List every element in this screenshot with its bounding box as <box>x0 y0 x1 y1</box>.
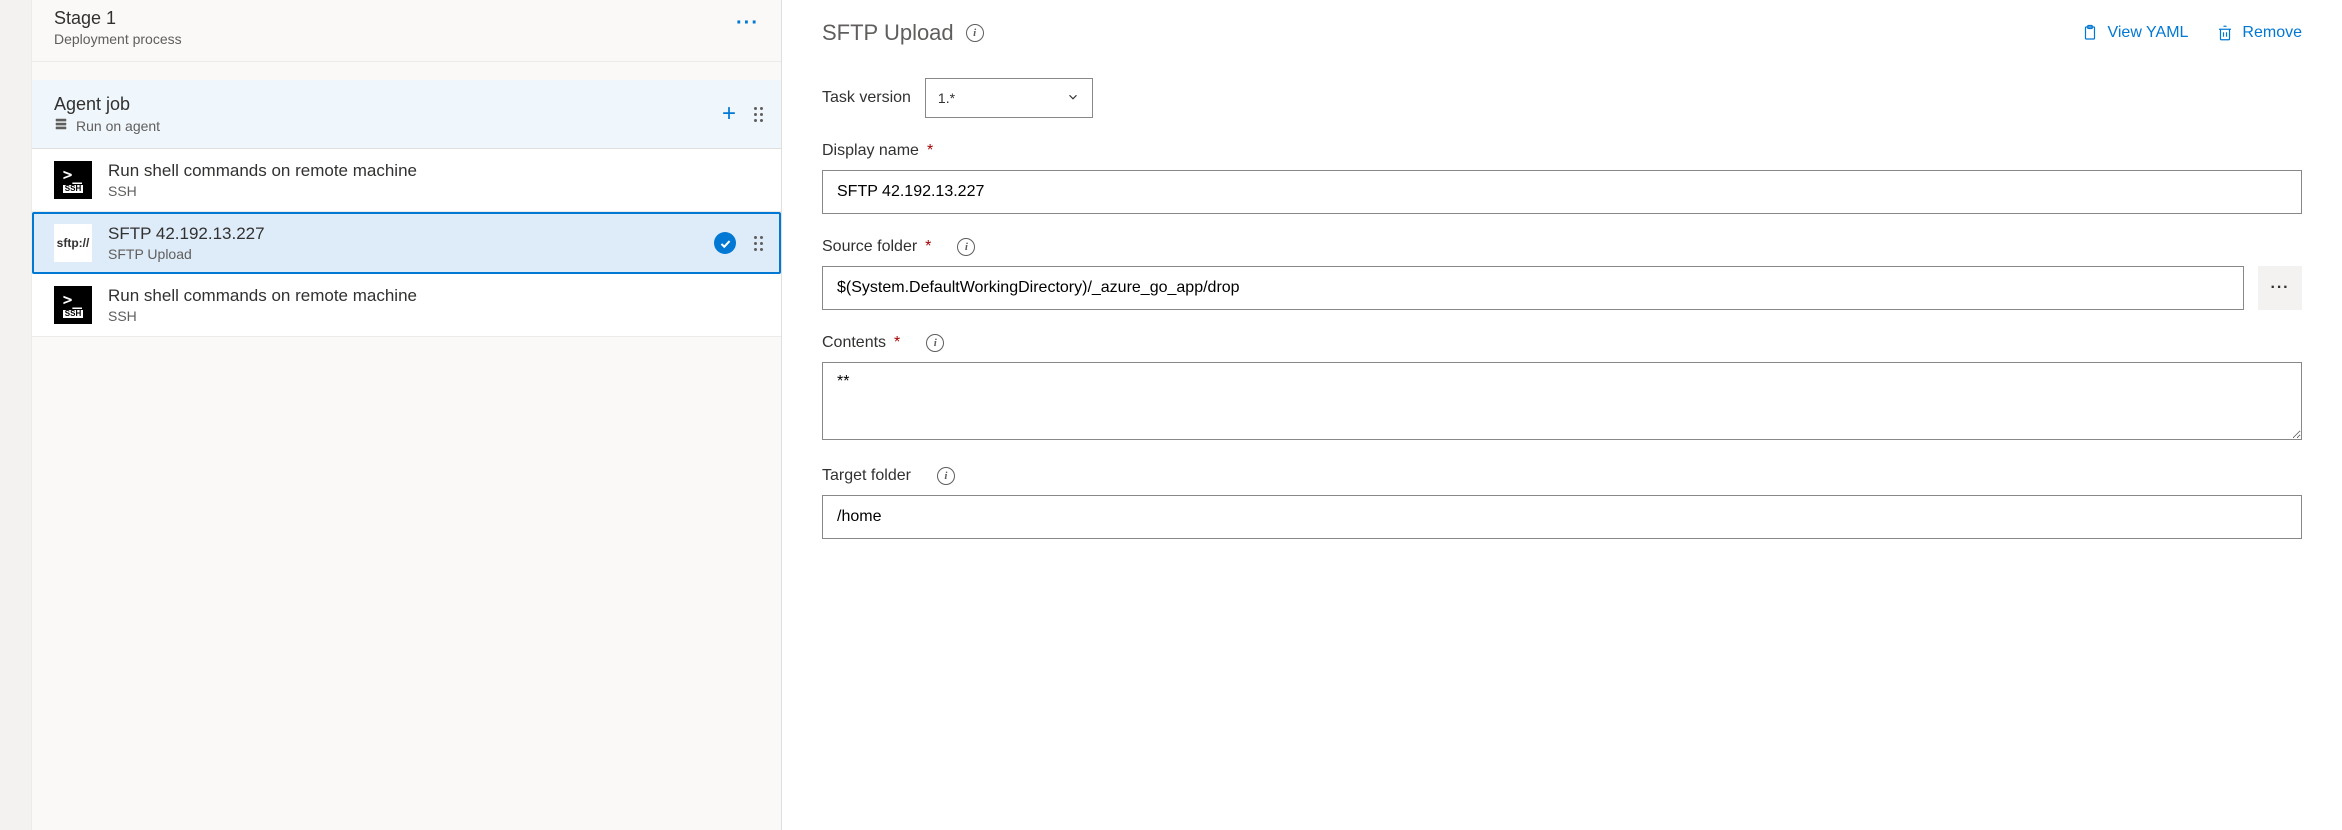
agent-job-row[interactable]: Agent job Run on agent + <box>32 80 781 149</box>
left-gutter <box>0 0 32 830</box>
ssh-icon: >_ SSH <box>54 161 92 199</box>
contents-row: Contents* i <box>822 334 2302 443</box>
display-name-row: Display name* <box>822 142 2302 214</box>
chevron-down-icon <box>1066 90 1080 107</box>
drag-handle-icon[interactable] <box>754 107 763 122</box>
sftp-icon: sftp:// <box>54 224 92 262</box>
stage-more-menu[interactable]: ··· <box>736 8 759 35</box>
display-name-input[interactable] <box>822 170 2302 214</box>
task-row-ssh-2[interactable]: >_ SSH Run shell commands on remote mach… <box>32 274 781 337</box>
task-subtitle: SSH <box>108 183 763 199</box>
task-version-select[interactable]: 1.* <box>925 78 1093 118</box>
task-title: SFTP 42.192.13.227 <box>108 224 698 244</box>
remove-button[interactable]: Remove <box>2216 24 2302 42</box>
source-folder-label: Source folder* <box>822 238 931 256</box>
info-icon[interactable]: i <box>966 24 984 42</box>
browse-source-folder-button[interactable]: ··· <box>2258 266 2302 310</box>
task-title: Run shell commands on remote machine <box>108 161 763 181</box>
detail-heading: SFTP Upload <box>822 20 954 46</box>
remove-label: Remove <box>2242 24 2302 42</box>
detail-header: SFTP Upload i View YAML Remove <box>822 20 2302 46</box>
drag-handle-icon[interactable] <box>754 236 763 251</box>
task-title: Run shell commands on remote machine <box>108 286 763 306</box>
check-complete-icon <box>714 232 736 254</box>
pipeline-tasks-pane: Stage 1 Deployment process ··· Agent job… <box>32 0 782 830</box>
task-row-sftp[interactable]: sftp:// SFTP 42.192.13.227 SFTP Upload <box>32 212 781 274</box>
info-icon[interactable]: i <box>926 334 944 352</box>
view-yaml-label: View YAML <box>2107 24 2188 42</box>
target-folder-input[interactable] <box>822 495 2302 539</box>
task-subtitle: SFTP Upload <box>108 246 698 262</box>
source-folder-input[interactable] <box>822 266 2244 310</box>
task-version-label: Task version <box>822 89 911 107</box>
task-version-value: 1.* <box>938 90 955 106</box>
contents-textarea[interactable] <box>822 362 2302 440</box>
target-folder-label: Target folder <box>822 467 911 485</box>
stage-subtitle: Deployment process <box>54 31 182 47</box>
source-folder-row: Source folder* i ··· <box>822 238 2302 310</box>
server-icon <box>54 117 68 134</box>
stage-title[interactable]: Stage 1 <box>54 8 182 29</box>
view-yaml-button[interactable]: View YAML <box>2081 24 2188 42</box>
task-subtitle: SSH <box>108 308 763 324</box>
ssh-icon: >_ SSH <box>54 286 92 324</box>
info-icon[interactable]: i <box>937 467 955 485</box>
add-task-button[interactable]: + <box>722 100 736 128</box>
stage-header: Stage 1 Deployment process ··· <box>32 0 781 62</box>
target-folder-row: Target folder i <box>822 467 2302 539</box>
agent-job-subtitle: Run on agent <box>54 117 160 134</box>
task-detail-pane: SFTP Upload i View YAML Remove Task vers… <box>782 0 2342 830</box>
agent-job-subtitle-text: Run on agent <box>76 118 160 134</box>
task-row-ssh-1[interactable]: >_ SSH Run shell commands on remote mach… <box>32 149 781 212</box>
task-version-row: Task version 1.* <box>822 78 2302 118</box>
display-name-label: Display name* <box>822 142 933 160</box>
info-icon[interactable]: i <box>957 238 975 256</box>
clipboard-icon <box>2081 24 2099 42</box>
contents-label: Contents* <box>822 334 900 352</box>
agent-job-title: Agent job <box>54 94 160 115</box>
trash-icon <box>2216 24 2234 42</box>
